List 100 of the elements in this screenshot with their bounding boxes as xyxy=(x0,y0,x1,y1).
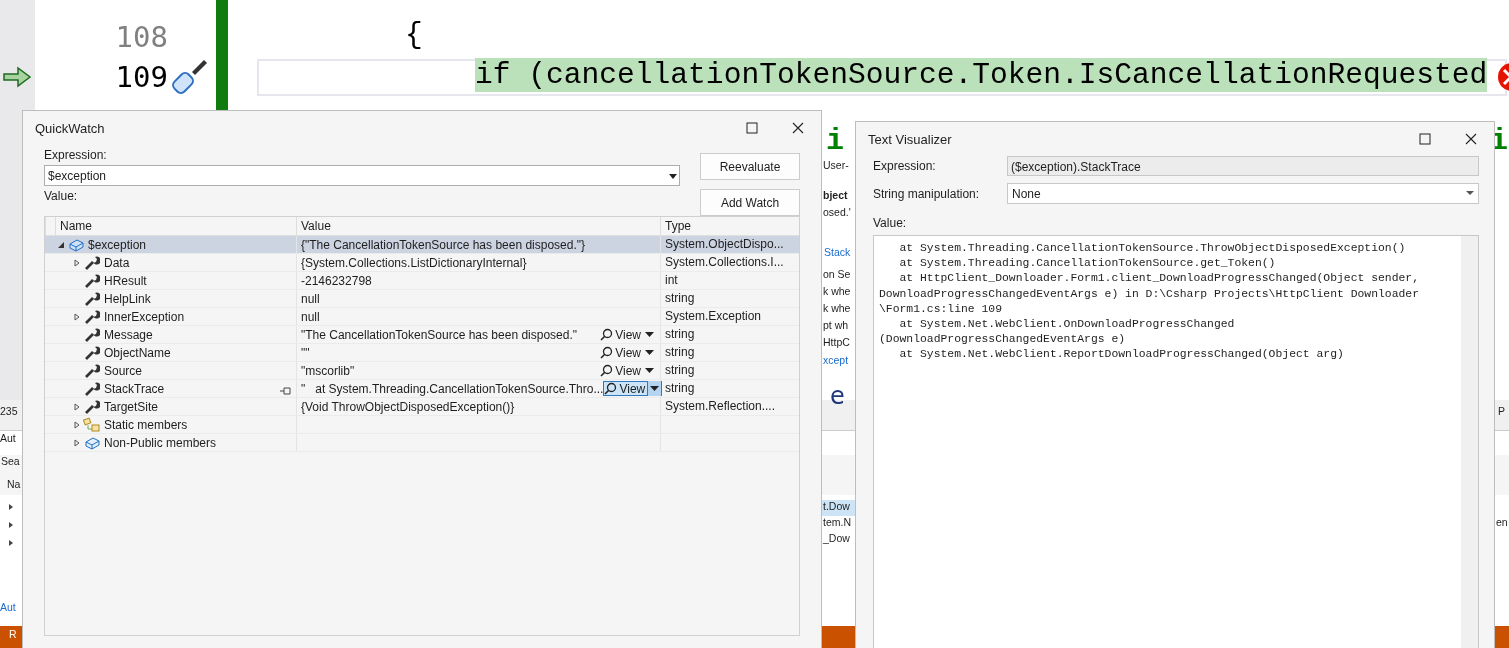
current-line-arrow-icon xyxy=(2,66,32,88)
column-header[interactable]: Type xyxy=(660,217,782,235)
reevaluate-button[interactable]: Reevaluate xyxy=(700,153,800,180)
text-fragment: tem.N xyxy=(823,516,851,528)
tree-row[interactable]: StackTrace " at System.Threading.CancellationTokenSource.Thro... View string xyxy=(45,380,799,398)
field-label: String manipulation: xyxy=(873,186,981,201)
close-icon xyxy=(1465,133,1477,145)
member-value: " at System.Threading.CancellationTokenSource.Thro... xyxy=(301,381,604,396)
member-type: string xyxy=(665,363,695,377)
scrollbar-track[interactable] xyxy=(1461,236,1478,648)
close-icon xyxy=(792,122,804,134)
tree-row[interactable]: Static members xyxy=(45,416,799,434)
tree-row[interactable]: ObjectName "" View string xyxy=(45,344,799,362)
expand-arrow-icon xyxy=(8,539,14,547)
column-header[interactable]: Name xyxy=(55,217,296,235)
line-number: 108 xyxy=(114,20,168,54)
tree-row[interactable]: Data {System.Collections.ListDictionaryInternal} System.Collections.I... xyxy=(45,254,799,272)
tree-row[interactable]: Source "mscorlib" View string xyxy=(45,362,799,380)
member-type: string xyxy=(665,327,695,341)
view-button[interactable]: View xyxy=(599,327,657,342)
text-fragment: k whe xyxy=(823,302,851,314)
dropdown-arrow-icon xyxy=(645,349,654,356)
expression-combobox[interactable]: $exception xyxy=(44,165,680,186)
member-value: {System.Collections.ListDictionaryInternal} xyxy=(301,255,528,270)
wrench-icon xyxy=(84,398,100,415)
member-type: System.Collections.I... xyxy=(665,255,784,269)
text-fragment: pt wh xyxy=(823,319,849,331)
view-button[interactable]: View xyxy=(599,363,657,378)
text-fragment: User- xyxy=(823,159,849,171)
member-type: int xyxy=(665,273,678,287)
link[interactable]: Aut xyxy=(0,601,16,613)
text-fragment: en xyxy=(1496,516,1508,528)
wrench-icon xyxy=(84,254,100,271)
text-fragment: osed.' xyxy=(823,206,851,218)
wrench-icon xyxy=(84,344,100,361)
field-label: Value: xyxy=(872,215,908,232)
text-fragment: bject xyxy=(823,189,848,201)
member-value: null xyxy=(301,309,321,324)
dropdown-arrow-icon xyxy=(650,385,660,392)
wrench-icon xyxy=(84,326,100,343)
member-value: {Void ThrowObjectDisposedException()} xyxy=(301,399,516,414)
tree-row[interactable]: Non-Public members xyxy=(45,434,799,452)
field-label: Value: xyxy=(44,188,79,205)
expression-field: ($exception).StackTrace xyxy=(1007,156,1479,176)
member-name: Message xyxy=(103,327,153,342)
wrench-icon xyxy=(84,362,100,379)
member-name: InnerException xyxy=(103,309,185,324)
search-icon xyxy=(600,364,614,377)
column-header[interactable]: Value xyxy=(296,217,660,235)
view-button[interactable]: View xyxy=(603,381,663,396)
text-fragment: R xyxy=(9,628,17,640)
member-type: string xyxy=(665,345,695,359)
string-manipulation-dropdown[interactable]: None xyxy=(1007,183,1479,204)
tree-row[interactable]: TargetSite {Void ThrowObjectDisposedException()} System.Reflection.... xyxy=(45,398,799,416)
member-name: Non-Public members xyxy=(103,435,217,450)
member-type: string xyxy=(665,381,695,395)
text-fragment: on Se xyxy=(823,268,851,280)
dropdown-arrow-icon xyxy=(1466,191,1474,196)
text-fragment: 235 xyxy=(0,405,18,417)
member-value: {"The CancellationTokenSource has been disposed."} xyxy=(301,237,587,252)
search-icon xyxy=(604,382,618,395)
text-fragment: _Dow xyxy=(823,532,850,544)
add-watch-button[interactable]: Add Watch xyxy=(700,189,800,216)
tree-row[interactable]: InnerException null System.Exception xyxy=(45,308,799,326)
text-fragment: Na xyxy=(7,478,21,490)
code-line: { xyxy=(405,18,423,52)
expand-arrow-icon xyxy=(8,503,14,511)
member-name: ObjectName xyxy=(103,345,171,360)
tree-row[interactable]: $exception {"The CancellationTokenSource has been disposed."} System.ObjectDispo... xyxy=(45,236,799,254)
link[interactable]: Stack xyxy=(824,246,851,258)
member-name: HResult xyxy=(103,273,147,288)
view-button[interactable]: View xyxy=(599,345,657,360)
tree-row[interactable]: Message "The CancellationTokenSource has been disposed." View string xyxy=(45,326,799,344)
wrench-icon xyxy=(84,272,100,289)
search-icon xyxy=(600,346,614,359)
field-label: Expression: xyxy=(44,147,108,164)
member-type: string xyxy=(665,291,695,305)
member-value: "" xyxy=(301,345,311,360)
member-type: System.Exception xyxy=(665,309,762,323)
member-name: Source xyxy=(103,363,143,378)
dialog-title: QuickWatch xyxy=(35,120,106,136)
member-type: System.Reflection.... xyxy=(665,399,776,413)
member-value: null xyxy=(301,291,321,306)
maximize-icon xyxy=(746,122,758,134)
member-name: HelpLink xyxy=(103,291,151,306)
tree-row[interactable]: HelpLink null string xyxy=(45,290,799,308)
text-fragment: P xyxy=(1498,405,1505,417)
text-fragment: t.Dow xyxy=(823,500,850,512)
link[interactable]: xcept xyxy=(823,354,849,366)
member-name: StackTrace xyxy=(103,381,165,396)
line-number: 109 xyxy=(114,60,168,94)
member-name: Static members xyxy=(103,417,188,432)
tree-row[interactable]: HResult -2146232798 int xyxy=(45,272,799,290)
member-name: Data xyxy=(103,255,130,270)
text-fragment: HttpC xyxy=(823,336,850,348)
error-icon xyxy=(1497,62,1509,92)
text-fragment: i xyxy=(826,126,844,156)
object-icon xyxy=(84,435,100,450)
dropdown-arrow-icon xyxy=(645,367,654,374)
static-members-icon xyxy=(83,416,101,433)
